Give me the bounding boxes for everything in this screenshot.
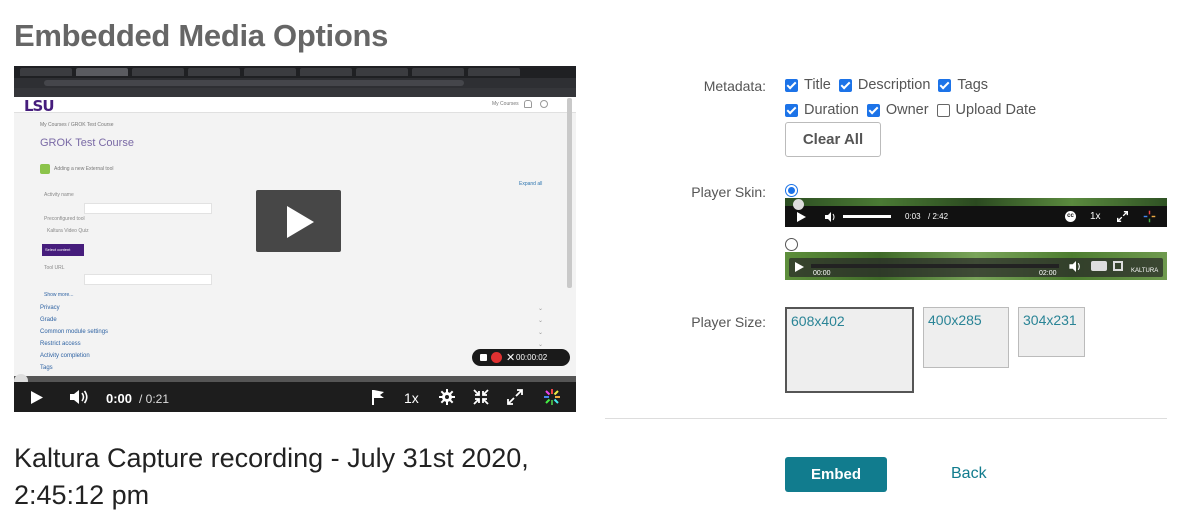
duration-checkbox[interactable] bbox=[785, 103, 798, 117]
preconfigured-tool-label: Preconfigured tool bbox=[44, 216, 85, 222]
metadata-row-2: Duration Owner Upload Date bbox=[785, 102, 1044, 118]
chevron-down-icon: ⌄ bbox=[538, 306, 544, 312]
metadata-owner-option[interactable]: Owner bbox=[866, 102, 929, 118]
section-common-module: Common module settings bbox=[40, 329, 109, 335]
lms-header: LSU My Courses bbox=[14, 97, 576, 115]
kaltura-logo-icon bbox=[1143, 210, 1156, 223]
close-icon: ✕ bbox=[506, 352, 516, 364]
my-courses-link: My Courses bbox=[492, 101, 519, 107]
play-icon bbox=[795, 262, 804, 272]
puzzle-icon bbox=[40, 164, 50, 174]
kaltura-brand: KALTURA bbox=[1131, 268, 1159, 274]
chevron-down-icon: ⌄ bbox=[538, 342, 544, 348]
video-player[interactable]: LSU My Courses My Courses / GROK Test Co… bbox=[14, 66, 576, 412]
tool-url-label: Tool URL bbox=[44, 265, 65, 271]
gear-icon[interactable] bbox=[439, 389, 455, 405]
skin-1-radio[interactable] bbox=[785, 184, 798, 197]
player-size-label: Player Size: bbox=[691, 314, 766, 330]
fullscreen-icon[interactable] bbox=[507, 389, 523, 405]
size-option-608x402[interactable]: 608x402 bbox=[785, 307, 914, 393]
activity-name-label: Activity name bbox=[44, 192, 74, 198]
fullscreen-icon bbox=[1113, 261, 1123, 271]
size-option-304x231[interactable]: 304x231 bbox=[1018, 307, 1085, 357]
seek-bar bbox=[811, 264, 1059, 268]
lsu-logo: LSU bbox=[24, 97, 55, 115]
volume-icon bbox=[1069, 261, 1080, 272]
volume-slider bbox=[843, 215, 891, 218]
back-link[interactable]: Back bbox=[951, 465, 987, 483]
fullscreen-icon bbox=[1117, 211, 1128, 222]
show-more-link: Show more... bbox=[44, 292, 74, 298]
description-checkbox[interactable] bbox=[838, 78, 852, 92]
people-icon bbox=[1091, 261, 1107, 271]
gear-icon bbox=[540, 100, 548, 108]
adding-tool-heading: Adding a new External tool bbox=[54, 166, 114, 172]
section-grade: Grade bbox=[40, 317, 57, 323]
tags-checkbox[interactable] bbox=[938, 78, 952, 92]
skin-2-radio[interactable] bbox=[785, 238, 798, 251]
metadata-description-option[interactable]: Description bbox=[838, 77, 930, 93]
browser-tabstrip bbox=[14, 66, 576, 78]
metadata-tags-option[interactable]: Tags bbox=[938, 77, 988, 93]
browser-address-bar bbox=[14, 78, 576, 88]
play-icon bbox=[797, 212, 806, 222]
chevron-down-icon: ⌄ bbox=[538, 318, 544, 324]
recording-time: 00:00:02 bbox=[516, 353, 548, 362]
breadcrumb: My Courses / GROK Test Course bbox=[40, 122, 114, 128]
owner-checkbox[interactable] bbox=[866, 103, 880, 117]
player-controls: 0:00 / 0:21 1x bbox=[14, 382, 576, 412]
metadata-duration-option[interactable]: Duration bbox=[785, 102, 859, 118]
play-icon[interactable] bbox=[30, 390, 44, 405]
playback-speed-button[interactable]: 1x bbox=[404, 390, 419, 406]
capture-recording-pill: ✕ 00:00:02 bbox=[472, 349, 570, 366]
select-content-button: Select content bbox=[42, 244, 84, 256]
metadata-label: Metadata: bbox=[703, 78, 766, 94]
metadata-upload-date-option[interactable]: Upload Date bbox=[936, 102, 1036, 118]
kaltura-logo-icon bbox=[544, 389, 560, 405]
chevron-down-icon: ⌄ bbox=[538, 330, 544, 336]
player-skin-label: Player Skin: bbox=[691, 184, 766, 200]
metadata-row-1: Title Description Tags bbox=[785, 77, 996, 93]
course-title: GROK Test Course bbox=[40, 137, 134, 149]
section-activity-completion: Activity completion bbox=[40, 353, 90, 359]
size-option-400x285[interactable]: 400x285 bbox=[923, 307, 1009, 368]
pause-recording-icon bbox=[491, 352, 502, 363]
stop-icon bbox=[480, 354, 487, 361]
section-privacy: Privacy bbox=[40, 305, 60, 311]
metadata-title-option[interactable]: Title bbox=[785, 77, 831, 93]
big-play-button[interactable] bbox=[256, 190, 341, 252]
embed-button[interactable]: Embed bbox=[785, 457, 887, 492]
flag-icon[interactable] bbox=[371, 389, 385, 405]
captions-icon: cc bbox=[1065, 211, 1076, 222]
clear-all-button[interactable]: Clear All bbox=[785, 122, 881, 157]
collapse-icon[interactable] bbox=[473, 389, 489, 405]
upload-date-checkbox[interactable] bbox=[936, 103, 950, 117]
section-tags: Tags bbox=[40, 365, 53, 371]
preconfigured-tool-value: Kaltura Video Quiz bbox=[47, 228, 89, 234]
bell-icon bbox=[524, 100, 532, 108]
expand-all-link: Expand all bbox=[519, 181, 543, 187]
current-time: 0:00 bbox=[106, 391, 133, 406]
title-checkbox[interactable] bbox=[785, 78, 798, 92]
page-title: Embedded Media Options bbox=[14, 18, 389, 53]
section-restrict-access: Restrict access bbox=[40, 341, 81, 347]
play-icon bbox=[287, 206, 314, 238]
seek-handle bbox=[793, 199, 804, 210]
volume-icon[interactable] bbox=[69, 389, 89, 405]
page-scrollbar bbox=[567, 98, 572, 288]
video-title: Kaltura Capture recording - July 31st 20… bbox=[14, 443, 529, 510]
volume-icon bbox=[825, 212, 835, 222]
skin-1-preview[interactable]: 0:03 / 2:42 cc 1x bbox=[785, 198, 1167, 227]
activity-name-input bbox=[84, 203, 212, 214]
browser-bookmarks-bar bbox=[14, 88, 576, 97]
tool-url-input bbox=[84, 274, 212, 285]
duration: / 0:21 bbox=[139, 392, 170, 406]
skin-2-preview[interactable]: 00:00 02:00 KALTURA bbox=[785, 252, 1167, 280]
divider bbox=[605, 418, 1167, 419]
